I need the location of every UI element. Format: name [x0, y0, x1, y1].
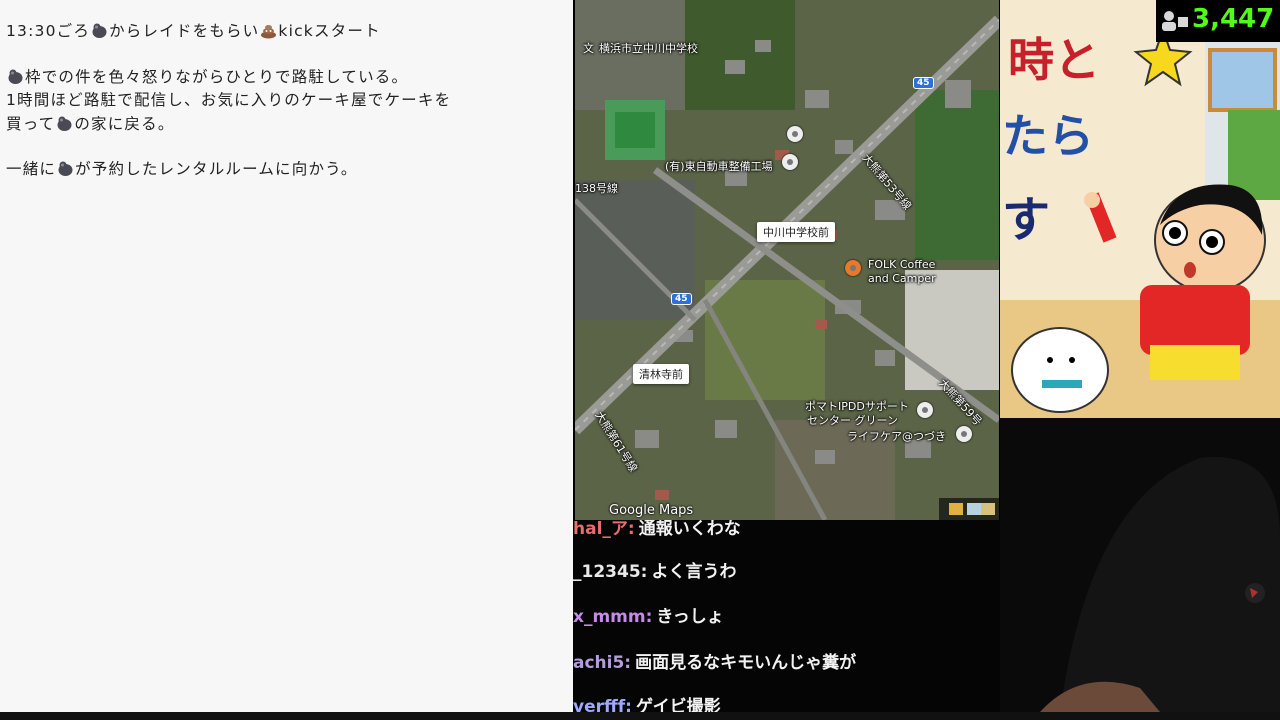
chat-message: verfff: ゲイビ撮影 — [573, 692, 721, 712]
note-text: 買って — [6, 115, 56, 133]
cafe-icon[interactable] — [845, 260, 861, 276]
google-maps-logo: Google Maps — [609, 503, 694, 518]
map-view[interactable]: 文 横浜市立中川中学校 (有)東自動車整備工場 45 45 138号線 大熊第5… — [575, 0, 999, 520]
pegman-icon[interactable] — [949, 503, 963, 515]
map-pin-icon[interactable] — [782, 154, 798, 170]
note-line: 一緒に が予約したレンタルルームに向かう。 — [6, 158, 358, 182]
map-label-repair[interactable]: (有)東自動車整備工場 — [665, 158, 773, 174]
chat-message: achi5: 画面見るなキモいんじゃ糞が — [573, 648, 856, 673]
poop-icon — [261, 25, 277, 39]
note-text: が予約したレンタルルームに向かう。 — [75, 160, 358, 178]
map-label-lifecare[interactable]: ライフケア@つづき — [847, 428, 946, 444]
gorilla-icon — [8, 69, 23, 84]
chat-text: よく言うわ — [651, 562, 737, 582]
map-label-school: 横浜市立中川中学校 — [599, 42, 698, 55]
chat-message: _12345: よく言うわ — [573, 557, 736, 582]
note-line: 13:30ごろ からレイドをもらい kickスタート — [6, 20, 381, 44]
chat-panel: hal_ア: 通報いくわな _12345: よく言うわ x_mmm: きっしょ achi5:… — [573, 520, 1000, 712]
webcam-feed — [1000, 418, 1280, 712]
bottom-strip — [0, 712, 1280, 720]
note-text: の家に戻る。 — [74, 115, 175, 133]
map-pin-icon[interactable] — [917, 402, 933, 418]
gorilla-icon — [57, 116, 72, 131]
map-label-intersection-2[interactable]: 清林寺前 — [633, 364, 689, 384]
note-text: 枠での件を色々怒りながらひとりで路駐している。 — [25, 68, 409, 86]
art-text-1: 時と — [1008, 33, 1100, 87]
map-label-cafe-2[interactable]: and Camper — [868, 272, 936, 285]
gorilla-icon — [58, 161, 73, 176]
layers-button[interactable] — [939, 498, 999, 520]
route-45-shield: 45 — [671, 293, 692, 305]
chat-text: ゲイビ撮影 — [635, 697, 721, 712]
map-label-support-2[interactable]: センター グリーン — [807, 412, 898, 428]
chat-username[interactable]: hal_ア: — [573, 520, 635, 539]
note-text: 13:30ごろ — [6, 22, 91, 40]
map-pin-icon[interactable] — [787, 126, 803, 142]
chat-text: 画面見るなキモいんじゃ糞が — [635, 653, 857, 673]
chat-message: x_mmm: きっしょ — [573, 602, 724, 627]
note-text: kickスタート — [278, 22, 381, 40]
note-line: 1時間ほど路駐で配信し、お気に入りのケーキ屋でケーキを — [6, 89, 451, 113]
map-school-icon: 文 — [583, 42, 594, 55]
gorilla-icon — [92, 23, 107, 38]
note-line: 買って の家に戻る。 — [6, 113, 175, 137]
chat-message: hal_ア: 通報いくわな — [573, 520, 741, 539]
note-text: 一緒に — [6, 160, 57, 178]
map-label-intersection[interactable]: 中川中学校前 — [757, 222, 835, 242]
note-line: 枠での件を色々怒りながらひとりで路駐している。 — [6, 66, 408, 90]
layer-thumbnail-icon[interactable] — [981, 503, 995, 515]
map-label-road-138: 138号線 — [575, 182, 618, 195]
art-text-3: す — [1002, 192, 1051, 248]
notes-panel: 13:30ごろ からレイドをもらい kickスタート枠での件を色々怒りながらひとりで… — [0, 0, 573, 712]
chat-text: 通報いくわな — [638, 520, 741, 539]
chat-username[interactable]: achi5: — [573, 653, 631, 673]
art-text-2: たら — [1002, 109, 1094, 163]
map-label-cafe[interactable]: FOLK Coffee — [868, 258, 935, 271]
chat-text: きっしょ — [656, 607, 724, 627]
layer-thumbnail-icon[interactable] — [967, 503, 981, 515]
viewer-count-badge: 3,447 — [1156, 0, 1280, 42]
webcam-image — [1000, 418, 1280, 712]
viewer-count: 3,447 — [1192, 4, 1275, 34]
chat-username[interactable]: verfff: — [573, 697, 632, 712]
chat-username[interactable]: x_mmm: — [573, 607, 652, 627]
note-text: 1時間ほど路駐で配信し、お気に入りのケーキ屋でケーキを — [6, 91, 452, 109]
route-45-shield: 45 — [913, 77, 934, 89]
stream-art-overlay: 時と たら す 3,447 — [1000, 0, 1280, 418]
chat-username[interactable]: _12345: — [573, 562, 647, 582]
note-text: からレイドをもらい — [109, 22, 260, 40]
viewers-icon — [1162, 11, 1188, 31]
map-pin-icon[interactable] — [956, 426, 972, 442]
